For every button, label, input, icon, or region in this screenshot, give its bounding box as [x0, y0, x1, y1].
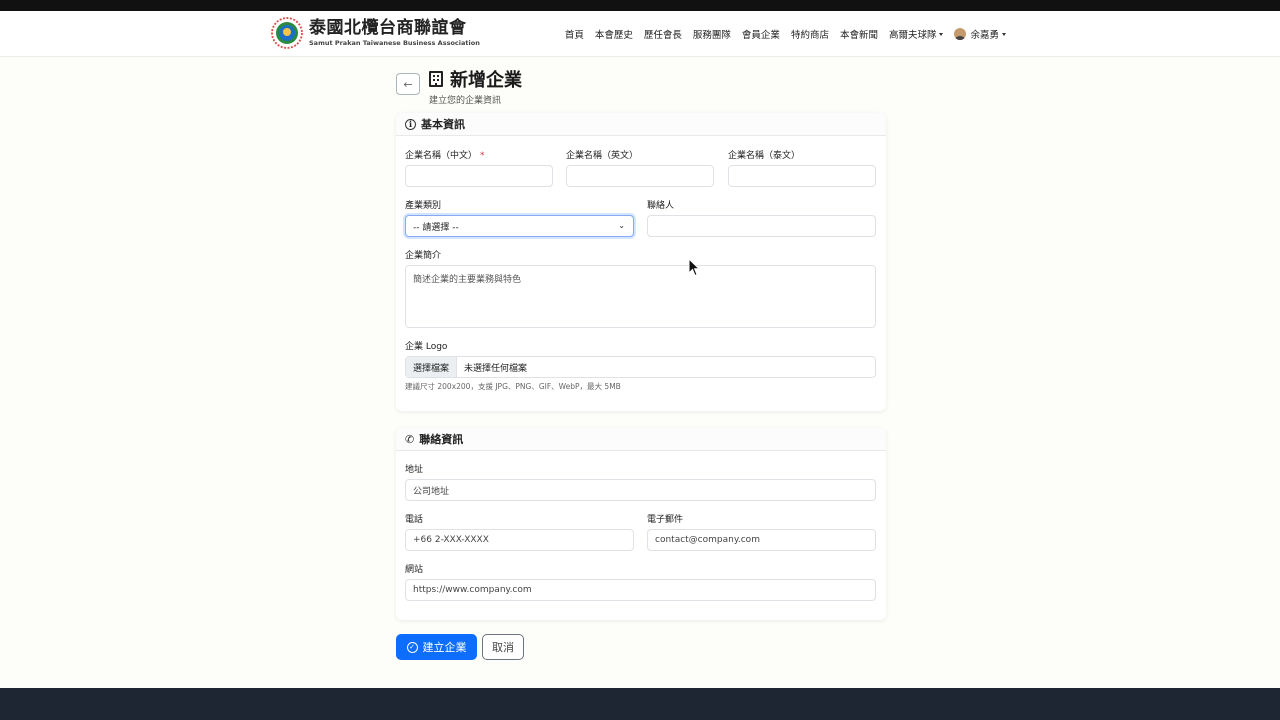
choose-file-button[interactable]: 選擇檔案 [406, 357, 457, 377]
intro-label: 企業簡介 [405, 251, 442, 261]
address-input[interactable]: 公司地址 [405, 479, 876, 501]
brand[interactable]: 泰國北欖台商聯誼會 Samut Prakan Taiwanese Busines… [271, 17, 480, 49]
name-zh-label: 企業名稱（中文） * [405, 148, 485, 161]
name-th-label: 企業名稱（泰文） [728, 151, 801, 161]
chevron-down-icon: ⌄ [618, 221, 625, 230]
phone-icon: ✆ [405, 432, 415, 446]
arrow-left-icon: ← [403, 77, 413, 91]
email-label: 電子郵件 [647, 515, 684, 525]
brand-name-zh: 泰國北欖台商聯誼會 [309, 18, 467, 38]
contact-info-card: ✆ 聯絡資訊 地址 公司地址 電話 +66 2-XXX-XXXX 電子郵件 co… [396, 428, 886, 620]
address-placeholder: 公司地址 [413, 486, 450, 497]
avatar [954, 28, 967, 40]
email-placeholder: contact@company.com [655, 535, 760, 545]
intro-placeholder: 簡述企業的主要業務與特色 [413, 275, 522, 285]
user-name: 余嘉勇 [970, 30, 999, 41]
brand-name-en: Samut Prakan Taiwanese Business Associat… [309, 39, 480, 47]
cancel-button[interactable]: 取消 [482, 634, 524, 660]
name-en-input[interactable] [566, 165, 714, 187]
name-zh-label-text: 企業名稱（中文） [405, 151, 478, 161]
website-label: 網站 [405, 565, 424, 575]
create-company-label: 建立企業 [422, 641, 467, 654]
email-input[interactable]: contact@company.com [647, 529, 876, 551]
basic-info-title: 基本資訊 [421, 118, 465, 131]
nav-news[interactable]: 本會新聞 [840, 27, 878, 41]
nav-golf-dropdown[interactable]: 高爾夫球隊 [889, 27, 944, 41]
phone-placeholder: +66 2-XXX-XXXX [413, 535, 489, 545]
contact-info-header: ✆ 聯絡資訊 [396, 428, 886, 451]
contact-person-label: 聯絡人 [647, 201, 675, 211]
file-status: 未選擇任何檔案 [464, 363, 528, 374]
nav-partner-stores[interactable]: 特約商店 [791, 27, 829, 41]
nav-home[interactable]: 首頁 [565, 27, 584, 41]
industry-label: 產業類別 [405, 201, 442, 211]
top-strip [0, 0, 1280, 11]
website-input[interactable]: https://www.company.com [405, 579, 876, 601]
name-th-input[interactable] [728, 165, 876, 187]
industry-select-value: -- 請選擇 -- [413, 222, 459, 233]
address-label: 地址 [405, 465, 424, 475]
back-button[interactable]: ← [396, 73, 420, 95]
info-icon: i [405, 118, 416, 130]
nav-service-team[interactable]: 服務團隊 [693, 27, 731, 41]
contact-info-title: 聯絡資訊 [419, 433, 464, 446]
industry-select[interactable]: -- 請選擇 -- ⌄ [405, 215, 634, 237]
footer [0, 688, 1280, 720]
phone-label: 電話 [405, 515, 424, 525]
intro-textarea[interactable]: 簡述企業的主要業務與特色 [405, 265, 876, 328]
logo-file-input[interactable]: 選擇檔案 未選擇任何檔案 [405, 356, 876, 378]
page-header: ← 新增企業 建立您的企業資訊 [396, 66, 522, 106]
main-nav: 首頁 本會歷史 歷任會長 服務團隊 會員企業 特約商店 本會新聞 高爾夫球隊 余… [565, 11, 1006, 57]
create-company-button[interactable]: ✓ 建立企業 [396, 634, 477, 660]
nav-member-companies[interactable]: 會員企業 [742, 27, 780, 41]
building-icon [429, 71, 443, 87]
check-circle-icon: ✓ [406, 641, 418, 653]
logo-hint: 建議尺寸 200x200，支援 JPG、PNG、GIF、WebP，最大 5MB [405, 382, 621, 391]
basic-info-card: i 基本資訊 企業名稱（中文） * 企業名稱（英文） 企業名稱（泰文） 產業類別 … [396, 113, 886, 411]
user-menu[interactable]: 余嘉勇 [954, 27, 1006, 41]
page-subtitle: 建立您的企業資訊 [429, 96, 502, 106]
required-mark: * [480, 151, 485, 161]
phone-input[interactable]: +66 2-XXX-XXXX [405, 529, 634, 551]
nav-past-presidents[interactable]: 歷任會長 [644, 27, 682, 41]
contact-person-input[interactable] [647, 215, 876, 237]
basic-info-header: i 基本資訊 [396, 113, 886, 136]
nav-history[interactable]: 本會歷史 [595, 27, 633, 41]
website-placeholder: https://www.company.com [413, 585, 532, 595]
nav-golf-label: 高爾夫球隊 [888, 30, 937, 41]
association-logo-icon [271, 17, 303, 49]
logo-label: 企業 Logo [405, 342, 448, 352]
page-title: 新增企業 [450, 70, 522, 91]
caret-down-icon [1002, 32, 1006, 36]
name-zh-input[interactable] [405, 165, 553, 187]
name-en-label: 企業名稱（英文） [566, 151, 639, 161]
caret-down-icon [939, 32, 944, 36]
navbar: 泰國北欖台商聯誼會 Samut Prakan Taiwanese Busines… [0, 11, 1280, 57]
mouse-cursor-icon [688, 258, 700, 277]
